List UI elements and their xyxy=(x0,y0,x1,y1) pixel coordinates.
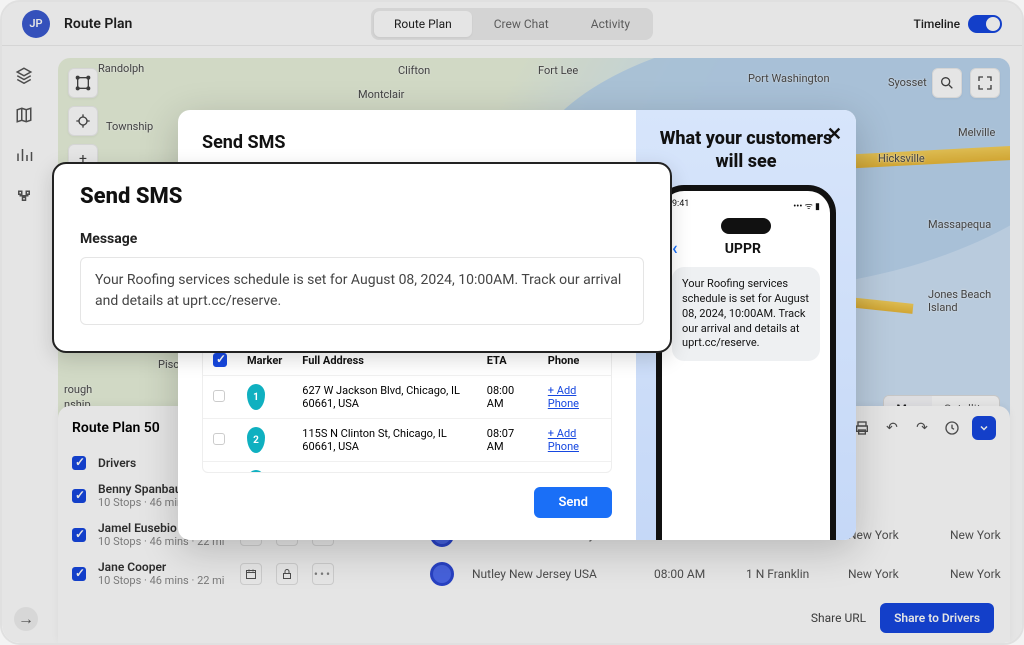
page-title: Route Plan xyxy=(64,16,132,32)
add-phone-link[interactable]: + Add Phone xyxy=(548,427,579,453)
timeline-toggle[interactable] xyxy=(968,15,1002,33)
driver-row[interactable]: Jane Cooper 10 Stops · 46 mins · 22 mi •… xyxy=(58,554,1010,593)
map-place-label: Melville xyxy=(958,126,995,139)
map-place-label: Jones Beach Island xyxy=(928,288,1010,314)
table-row[interactable]: 1 627 W Jackson Blvd, Chicago, IL 60661,… xyxy=(203,376,611,419)
marker-pin-icon: 3 xyxy=(247,470,265,473)
marker-pin-icon: 1 xyxy=(247,384,265,410)
message-textarea[interactable]: Your Roofing services schedule is set fo… xyxy=(80,257,644,325)
locate-tool[interactable] xyxy=(68,106,98,136)
map-place-label: Township xyxy=(106,120,153,133)
state-cell: New York xyxy=(950,528,1022,542)
route-pin-icon xyxy=(430,562,454,586)
driver-name: Jane Cooper xyxy=(98,560,228,574)
row-checkbox[interactable] xyxy=(72,567,86,581)
collapse-button[interactable] xyxy=(972,416,996,440)
map-place-label: Fort Lee xyxy=(538,64,578,77)
modal-title: Send SMS xyxy=(202,132,612,153)
history-icon[interactable] xyxy=(942,418,962,438)
row-checkbox[interactable] xyxy=(72,528,86,542)
map-place-label: Hicksville xyxy=(878,152,925,165)
timeline-label: Timeline xyxy=(914,17,960,31)
left-rail xyxy=(2,46,46,643)
row-checkbox[interactable] xyxy=(72,489,86,503)
more-icon[interactable]: ••• xyxy=(312,563,334,585)
calendar-icon[interactable] xyxy=(240,563,262,585)
address-cell: 10 S Wacker Dr, Chicago, IL 60606, USA xyxy=(292,462,476,473)
top-bar: JP Route Plan Route Plan Crew Chat Activ… xyxy=(2,2,1022,46)
redo-icon[interactable]: ↷ xyxy=(912,418,932,438)
driver-sub: 10 Stops · 46 mins · 22 mi xyxy=(98,574,228,587)
city-cell: New York xyxy=(848,567,938,581)
city-cell: New York xyxy=(848,528,938,542)
table-row[interactable]: 2 115S N Clinton St, Chicago, IL 60661, … xyxy=(203,419,611,462)
map-place-label: Randolph xyxy=(98,62,144,75)
phone-status-icons: ••• ᯤ ▮ xyxy=(793,199,820,212)
search-zoom-tool[interactable] xyxy=(932,68,962,98)
tab-activity[interactable]: Activity xyxy=(571,11,650,37)
eta-cell: 08:13 AM xyxy=(477,462,538,473)
address-cell: 115S N Clinton St, Chicago, IL 60661, US… xyxy=(292,419,476,462)
close-button[interactable]: ✕ xyxy=(827,124,842,145)
add-phone-link[interactable]: + Add Phone xyxy=(548,384,579,410)
draw-rect-tool[interactable] xyxy=(68,68,98,98)
select-all-checkbox[interactable] xyxy=(213,353,227,367)
time-cell: 08:00 AM xyxy=(654,567,734,581)
phone-time: 9:41 xyxy=(672,199,689,212)
map-place-label: rough xyxy=(64,383,92,396)
undo-icon[interactable]: ↶ xyxy=(882,418,902,438)
add-phone-link[interactable]: + Add Phone xyxy=(548,470,579,473)
marker-pin-icon: 2 xyxy=(247,427,265,453)
map-place-label: Port Washington xyxy=(748,72,830,85)
map-icon[interactable] xyxy=(15,106,33,124)
address-cell: 627 W Jackson Blvd, Chicago, IL 60661, U… xyxy=(292,376,476,419)
map-place-label: Clifton xyxy=(398,64,430,77)
tab-route-plan[interactable]: Route Plan xyxy=(374,11,472,37)
map-place-label: Montclair xyxy=(358,88,404,101)
preview-heading: What your customers will see xyxy=(646,128,846,173)
select-all-checkbox[interactable] xyxy=(72,456,86,470)
avatar[interactable]: JP xyxy=(22,10,50,38)
eta-cell: 08:07 AM xyxy=(477,419,538,462)
street-cell: 1 N Franklin xyxy=(746,567,836,581)
share-url-link[interactable]: Share URL xyxy=(811,611,866,625)
phone-notch xyxy=(721,218,771,234)
eta-cell: 08:00 AM xyxy=(477,376,538,419)
row-checkbox[interactable] xyxy=(213,433,225,445)
tab-switcher: Route Plan Crew Chat Activity xyxy=(371,8,653,40)
back-icon: ‹ xyxy=(672,238,678,259)
fg-title: Send SMS xyxy=(80,184,644,209)
row-checkbox[interactable] xyxy=(213,390,225,402)
fullscreen-tool[interactable] xyxy=(970,68,1000,98)
map-place-label: Syosset xyxy=(888,76,927,89)
send-button[interactable]: Send xyxy=(534,487,612,518)
expand-sidebar-button[interactable]: → xyxy=(14,607,38,631)
state-cell: New York xyxy=(950,567,1022,581)
tab-crew-chat[interactable]: Crew Chat xyxy=(474,11,569,37)
lock-icon[interactable] xyxy=(276,563,298,585)
app-name: UPPR xyxy=(686,241,800,257)
recipients-table: Marker Full Address ETA Phone 1 627 W Ja… xyxy=(202,344,612,473)
chart-icon[interactable] xyxy=(15,146,33,164)
map-place-label: Massapequa xyxy=(928,218,991,231)
sms-bubble: Your Roofing services schedule is set fo… xyxy=(672,267,820,361)
table-row[interactable]: 3 10 S Wacker Dr, Chicago, IL 60606, USA… xyxy=(203,462,611,473)
layers-icon[interactable] xyxy=(15,66,33,84)
panel-title: Route Plan 50 xyxy=(72,420,160,436)
phone-preview: 9:41 ••• ᯤ ▮ ‹ UPPR Your Roofing service… xyxy=(656,185,836,540)
org-icon[interactable] xyxy=(15,186,33,204)
message-label: Message xyxy=(80,231,644,247)
send-sms-foreground-card: Send SMS Message Your Roofing services s… xyxy=(52,162,672,353)
share-to-drivers-button[interactable]: Share to Drivers xyxy=(880,603,994,633)
address-cell: Nutley New Jersey USA xyxy=(472,567,642,581)
